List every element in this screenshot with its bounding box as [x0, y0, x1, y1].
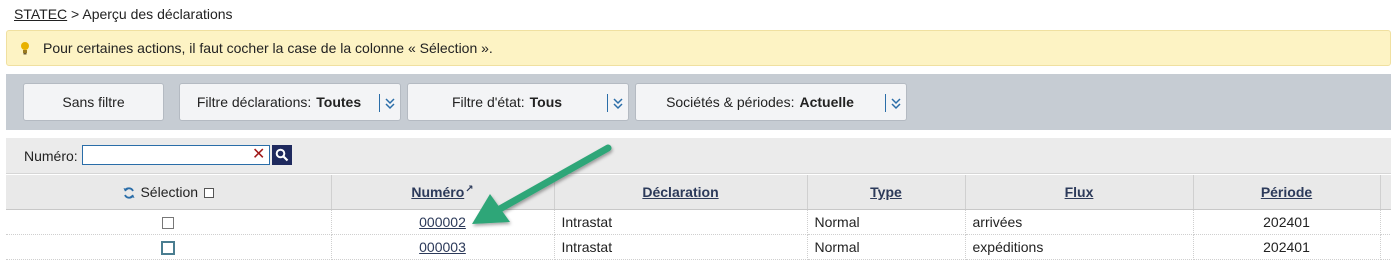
select-all-checkbox[interactable] [204, 187, 215, 198]
state-filter-dropdown[interactable]: Filtre d'état: Tous [407, 83, 629, 121]
companies-periods-value: Actuelle [799, 94, 854, 110]
numero-header-label[interactable]: Numéro [411, 184, 464, 200]
search-bar: Numéro: ✕ [6, 138, 1391, 174]
flux-header-label[interactable]: Flux [1065, 184, 1094, 200]
breadcrumb-link-statec[interactable]: STATEC [14, 6, 67, 22]
search-label: Numéro: [24, 148, 78, 164]
declaration-header-label[interactable]: Déclaration [642, 184, 718, 200]
info-message: Pour certaines actions, il faut cocher l… [43, 40, 493, 56]
numero-cell: 000003 [331, 234, 555, 260]
numero-link[interactable]: 000002 [419, 214, 466, 230]
numero-cell: 000002 [331, 209, 555, 235]
chevron-down-icon [891, 98, 901, 110]
type-header-label[interactable]: Type [870, 184, 902, 200]
type-cell: Normal [807, 234, 966, 260]
table-row: 000002 Intrastat Normal arrivées 202401 [6, 209, 1391, 235]
clear-search-icon[interactable]: ✕ [252, 146, 265, 164]
row-select-cell [6, 209, 332, 235]
breadcrumb-separator: > [71, 6, 80, 22]
periode-cell: 202401 [1193, 209, 1381, 235]
declaration-cell: Intrastat [554, 209, 808, 235]
selection-header-label: Sélection [140, 183, 199, 200]
type-cell: Normal [807, 209, 966, 235]
row-select-cell [6, 234, 332, 260]
filter-bar: Sans filtre Filtre déclarations: Toutes … [6, 74, 1391, 130]
breadcrumb-current: Aperçu des déclarations [82, 6, 233, 22]
breadcrumb: STATEC > Aperçu des déclarations [14, 6, 233, 22]
periode-cell: 202401 [1193, 234, 1381, 260]
declaration-cell: Intrastat [554, 234, 808, 260]
row-checkbox[interactable] [162, 216, 175, 229]
column-header-selection: Sélection [6, 175, 332, 210]
chevron-down-icon [613, 98, 623, 110]
chevron-down-icon [385, 98, 395, 110]
no-filter-label: Sans filtre [62, 94, 125, 110]
column-header-periode[interactable]: Période [1193, 175, 1381, 210]
companies-periods-dropdown[interactable]: Sociétés & périodes: Actuelle [635, 83, 907, 121]
sort-indicator: ↗ [465, 183, 474, 195]
declarations-filter-value: Toutes [316, 94, 362, 110]
column-header-declaration[interactable]: Déclaration [554, 175, 808, 210]
state-filter-value: Tous [529, 94, 563, 110]
lightbulb-icon [17, 40, 33, 56]
extra-cell [1380, 234, 1391, 260]
numero-search-input[interactable] [82, 145, 270, 165]
companies-periods-label: Sociétés & périodes: [666, 94, 795, 110]
column-header-type[interactable]: Type [807, 175, 966, 210]
numero-link[interactable]: 000003 [419, 239, 466, 255]
info-banner: Pour certaines actions, il faut cocher l… [6, 30, 1391, 66]
no-filter-button[interactable]: Sans filtre [23, 83, 164, 121]
table-header-row: Sélection Numéro↗ Déclaration Type Flux … [6, 175, 1391, 210]
periode-header-label[interactable]: Période [1261, 184, 1312, 200]
declarations-table: Sélection Numéro↗ Déclaration Type Flux … [6, 175, 1391, 260]
declarations-filter-label: Filtre déclarations: [196, 94, 312, 110]
flux-cell: arrivées [965, 209, 1194, 235]
extra-cell [1380, 209, 1391, 235]
column-header-numero[interactable]: Numéro↗ [331, 175, 555, 210]
refresh-icon[interactable] [122, 186, 136, 200]
declarations-filter-dropdown[interactable]: Filtre déclarations: Toutes [179, 83, 401, 121]
column-header-flux[interactable]: Flux [965, 175, 1194, 210]
table-row: 000003 Intrastat Normal expéditions 2024… [6, 234, 1391, 260]
row-checkbox[interactable] [161, 240, 176, 255]
column-header-extra [1380, 175, 1391, 210]
flux-cell: expéditions [965, 234, 1194, 260]
search-button[interactable] [272, 145, 292, 165]
search-icon [275, 148, 289, 162]
state-filter-label: Filtre d'état: [451, 94, 525, 110]
